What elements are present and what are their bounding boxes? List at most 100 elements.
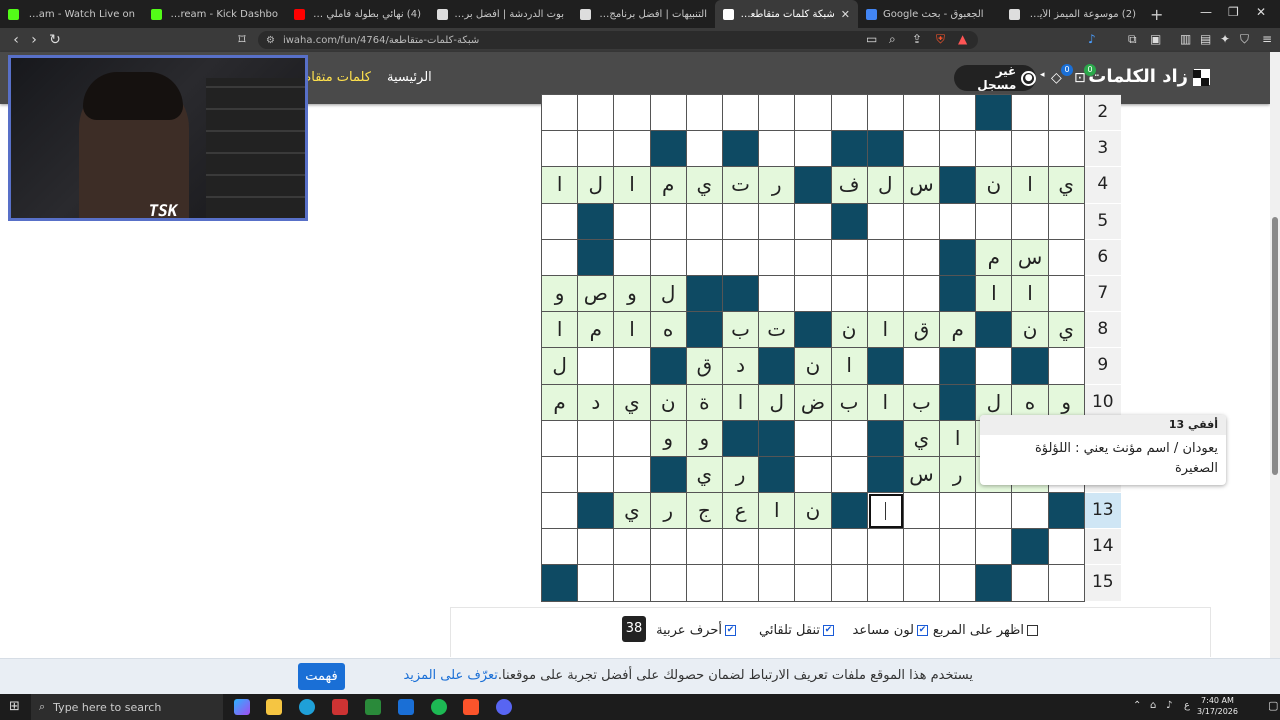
spotify-icon[interactable] (431, 699, 447, 715)
grid-cell[interactable] (867, 493, 904, 530)
grid-cell[interactable]: و (614, 275, 651, 313)
grid-cell[interactable] (722, 239, 760, 276)
site-info-icon[interactable]: ⚙ (266, 35, 275, 46)
grid-cell[interactable] (867, 275, 904, 313)
grid-cell[interactable] (650, 529, 687, 566)
grid-cell[interactable] (1048, 275, 1085, 313)
restore-icon[interactable]: ❐ (1228, 5, 1239, 19)
grid-cell[interactable]: ل (650, 275, 687, 313)
wallet-icon[interactable]: ▤ (1200, 32, 1211, 46)
grid-cell[interactable] (1048, 131, 1085, 168)
share-icon[interactable]: ⇪ (912, 32, 922, 46)
grid-cell[interactable] (542, 420, 579, 457)
user-menu-button[interactable]: ● غير مسجل (954, 64, 1036, 92)
grid-cell[interactable]: ا (1012, 275, 1049, 313)
grid-cell[interactable] (686, 95, 723, 132)
grid-cell[interactable] (578, 348, 615, 385)
nav-home-link[interactable]: الرئيسية (387, 70, 432, 85)
grid-cell[interactable] (614, 95, 651, 132)
grid-cell[interactable] (1012, 203, 1049, 240)
grid-cell[interactable]: ن (1012, 312, 1049, 349)
row-number[interactable]: 13 (1084, 493, 1121, 530)
grid-cell[interactable] (940, 493, 977, 530)
row-number[interactable]: 8 (1084, 312, 1121, 349)
grid-cell[interactable] (686, 131, 723, 168)
grid-cell[interactable] (542, 95, 579, 132)
grid-cell[interactable] (759, 239, 796, 276)
grid-cell[interactable] (795, 95, 832, 132)
grid-cell[interactable]: ت (722, 167, 760, 204)
grid-cell[interactable]: ي (903, 420, 941, 457)
grid-cell[interactable]: و (650, 420, 687, 457)
grid-cell[interactable] (903, 131, 941, 168)
grid-cell[interactable] (976, 131, 1013, 168)
grid-cell[interactable]: ر (722, 456, 760, 494)
grid-cell[interactable] (795, 239, 832, 276)
screen-icon[interactable]: ▭ (866, 32, 877, 46)
grid-cell[interactable] (867, 239, 904, 276)
grid-cell[interactable]: ا (867, 312, 904, 349)
grid-cell[interactable] (1048, 348, 1085, 385)
option-auto-move[interactable]: ✔ تنقل تلقائي (759, 623, 834, 638)
grid-cell[interactable] (650, 565, 687, 602)
grid-cell[interactable]: ل (867, 167, 904, 204)
grid-cell[interactable] (686, 565, 723, 602)
grid-cell[interactable]: و (686, 420, 723, 457)
checkbox-arabic-letters[interactable]: ✔ (725, 625, 736, 636)
grid-cell[interactable]: ص (578, 275, 615, 313)
reload-icon[interactable]: ↻ (45, 32, 65, 48)
grid-cell[interactable] (903, 203, 941, 240)
grid-cell[interactable]: م (650, 167, 687, 204)
copilot-icon[interactable] (234, 699, 250, 715)
menu-icon[interactable]: ≡ (1262, 32, 1272, 46)
grid-cell[interactable] (578, 131, 615, 168)
grid-cell[interactable] (650, 203, 687, 240)
grid-cell[interactable] (831, 456, 868, 494)
grid-cell[interactable] (759, 275, 796, 313)
grid-cell[interactable] (1048, 529, 1085, 566)
new-tab-icon[interactable]: + (1150, 5, 1163, 24)
row-number[interactable]: 2 (1084, 95, 1121, 132)
grid-cell[interactable] (867, 565, 904, 602)
grid-cell[interactable] (795, 203, 832, 240)
grid-cell[interactable] (542, 493, 579, 530)
grid-cell[interactable] (795, 131, 832, 168)
store-icon[interactable] (365, 699, 381, 715)
grid-cell[interactable]: ا (867, 384, 904, 421)
grid-cell[interactable] (578, 420, 615, 457)
notification-icon[interactable]: ▢ (1268, 699, 1278, 712)
grid-cell[interactable]: ف (831, 167, 868, 204)
grid-cell[interactable] (686, 529, 723, 566)
checkbox-auto-move[interactable]: ✔ (823, 625, 834, 636)
grid-cell[interactable]: ج (686, 493, 723, 530)
close-window-icon[interactable]: ✕ (1256, 5, 1266, 19)
edge-icon[interactable] (299, 699, 315, 715)
grid-cell[interactable]: ق (686, 348, 723, 385)
grid-cell[interactable]: ن (831, 312, 868, 349)
grid-cell[interactable] (867, 203, 904, 240)
grid-cell[interactable] (578, 565, 615, 602)
grid-cell[interactable] (795, 529, 832, 566)
grid-cell[interactable] (614, 203, 651, 240)
grid-cell[interactable] (1048, 95, 1085, 132)
grid-cell[interactable] (722, 565, 760, 602)
grid-cell[interactable]: ن (650, 384, 687, 421)
grid-cell[interactable] (976, 348, 1013, 385)
browser-tab[interactable]: بوت الدردشة | أفضل برنامج لتعز (429, 0, 572, 28)
grid-cell[interactable]: ة (686, 384, 723, 421)
grid-cell[interactable]: م (542, 384, 579, 421)
grid-cell[interactable] (867, 95, 904, 132)
grid-cell[interactable] (614, 131, 651, 168)
row-number[interactable]: 4 (1084, 167, 1121, 204)
grid-cell[interactable]: ر (759, 167, 796, 204)
grid-cell[interactable]: س (903, 456, 941, 494)
grid-cell[interactable] (795, 456, 832, 494)
grid-cell[interactable] (831, 239, 868, 276)
mail-icon[interactable] (398, 699, 414, 715)
grid-cell[interactable]: ن (976, 167, 1013, 204)
file-explorer-icon[interactable] (266, 699, 282, 715)
grid-cell[interactable] (1012, 565, 1049, 602)
grid-cell[interactable] (867, 529, 904, 566)
grid-cell[interactable] (940, 131, 977, 168)
grid-cell[interactable]: ا (614, 167, 651, 204)
